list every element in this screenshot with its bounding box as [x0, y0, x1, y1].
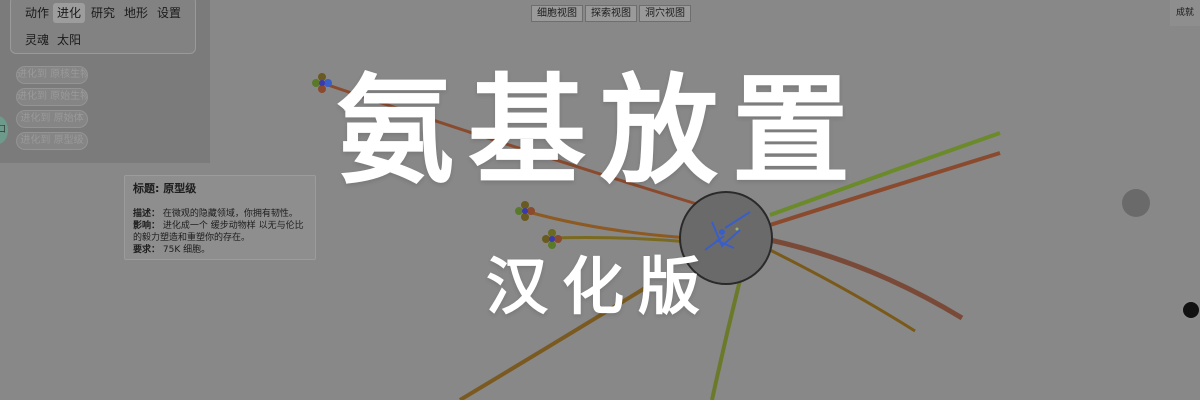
achievements-button[interactable]: 成就: [1170, 0, 1200, 26]
explore-view-button[interactable]: 探索视图: [585, 5, 637, 22]
flower-icon: [542, 229, 562, 249]
tab-actions[interactable]: 动作: [21, 3, 53, 23]
tab-evolution[interactable]: 进化: [53, 3, 86, 23]
flower-icon: [515, 201, 535, 221]
tooltip-description: 描述： 在微观的隐藏领域，你拥有韧性。: [133, 208, 307, 220]
tooltip-desc-text: 在微观的隐藏领域，你拥有韧性。: [162, 209, 298, 219]
tab-settings[interactable]: 设置: [153, 3, 185, 23]
tab-soul[interactable]: 灵魂: [21, 30, 53, 50]
tab-sun[interactable]: 太阳: [53, 30, 85, 50]
tab-terrain[interactable]: 地形: [120, 3, 152, 23]
tab-research[interactable]: 研究: [87, 3, 119, 23]
tooltip-effect: 影响： 进化成一个 缓步动物样 以无与伦比的毅力塑造和重塑你的存在。: [133, 220, 307, 244]
tabs-box: 动作 进化 研究 地形 设置 灵魂 太阳: [10, 0, 196, 54]
tooltip-desc-key: 描述：: [133, 209, 161, 219]
view-switcher: 细胞视图 探索视图 洞穴视图: [531, 5, 693, 22]
cell-view-button[interactable]: 细胞视图: [531, 5, 583, 22]
title-main: 氨基放置: [335, 62, 864, 200]
root-tendril: [551, 236, 691, 244]
tooltip-effect-key: 影响：: [133, 221, 161, 231]
title-subtitle: 汉化版: [485, 250, 714, 323]
cave-view-button[interactable]: 洞穴视图: [639, 5, 691, 22]
